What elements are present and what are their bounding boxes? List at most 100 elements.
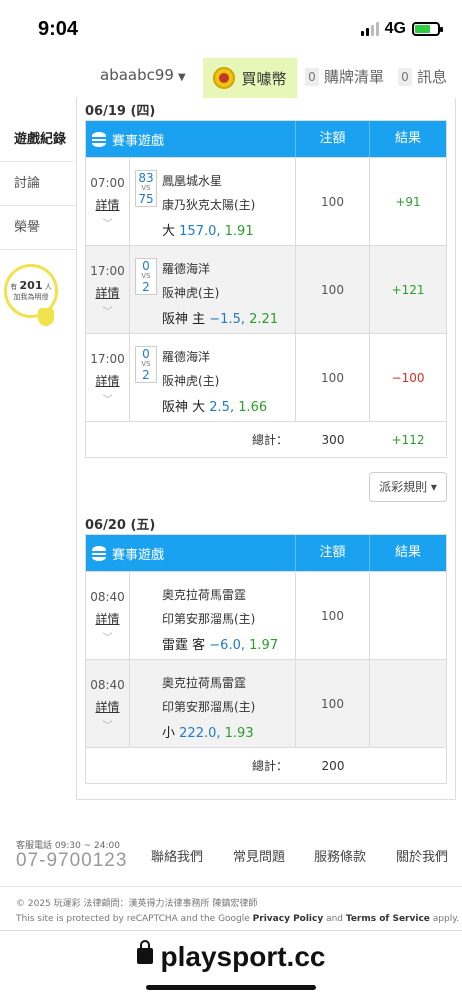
- total-label: 總計：: [251, 759, 288, 773]
- sidebar-item-honors[interactable]: 榮譽: [0, 206, 75, 250]
- recaptcha-and: and: [323, 914, 346, 924]
- battery-icon: [412, 22, 443, 36]
- browser-url-bar[interactable]: playsport.cc: [0, 930, 462, 1000]
- username: abaabc99: [100, 66, 174, 84]
- game-time: 17:00: [90, 264, 125, 278]
- home-team: 康乃狄克太陽(主): [162, 198, 256, 212]
- payout-rules-button[interactable]: 派彩規則 ▾: [369, 472, 447, 502]
- pick: 大 157.0, 1.91: [162, 220, 254, 239]
- pick-sep: ,: [240, 638, 245, 653]
- pick-sep: ,: [216, 224, 221, 239]
- detail-link[interactable]: 詳情: [86, 196, 129, 213]
- total-label: 總計：: [251, 433, 288, 447]
- pick-line: 2.5: [209, 400, 230, 415]
- game-time: 17:00: [90, 352, 125, 366]
- database-icon: [92, 545, 106, 561]
- away-team: 羅德海洋: [162, 350, 211, 364]
- games-table-day2: 賽事遊戲 注額 結果 08:40 詳情 ﹀ 奧克拉荷馬雷霆 印第安那溜馬(主) …: [85, 534, 447, 784]
- table-row: 17:00 詳情 ﹀ 0 VS 2 羅德海洋 阪神虎(主) 阪神 主 −1.5,…: [86, 245, 446, 333]
- footer-link-faq[interactable]: 常見問題: [233, 846, 285, 865]
- header-result: 結果: [394, 545, 421, 560]
- chevron-down-icon[interactable]: ﹀: [86, 303, 129, 318]
- footer-divider: [0, 886, 462, 887]
- chevron-down-icon[interactable]: ﹀: [86, 391, 129, 406]
- follow-caption: 加我為明燈: [13, 293, 49, 301]
- table-row: 07:00 詳情 ﹀ 83 VS 75 鳳凰城水星 康乃狄克太陽(主) 大 15…: [86, 157, 446, 245]
- follow-count: 201: [19, 279, 43, 292]
- home-indicator[interactable]: [146, 985, 316, 990]
- status-time: 9:04: [38, 18, 79, 40]
- footer-link-terms[interactable]: 服務條款: [314, 846, 366, 865]
- header-game: 賽事遊戲: [112, 133, 165, 149]
- home-team: 印第安那溜馬(主): [162, 700, 256, 714]
- result-value: [370, 660, 446, 747]
- bet-amount: 100: [296, 334, 370, 421]
- recaptcha-apply: apply.: [429, 914, 460, 924]
- cart-link[interactable]: 0 購牌清單: [305, 66, 384, 87]
- phone-number[interactable]: 07-9700123: [16, 850, 127, 872]
- privacy-policy-link[interactable]: Privacy Policy: [253, 914, 324, 924]
- url-text[interactable]: playsport.cc: [161, 941, 326, 972]
- messages-label: 訊息: [417, 68, 448, 86]
- detail-link[interactable]: 詳情: [86, 284, 129, 301]
- bet-amount: 100: [296, 660, 370, 747]
- pick-text: 雷霆 客: [162, 638, 206, 653]
- footer-link-contact[interactable]: 聯絡我們: [151, 846, 203, 865]
- pick-sep: ,: [216, 726, 221, 741]
- detail-link[interactable]: 詳情: [86, 698, 129, 715]
- bet-amount: 100: [296, 158, 370, 245]
- result-value: [370, 572, 446, 659]
- away-team: 奧克拉荷馬雷霆: [162, 588, 247, 602]
- score-box: 0 VS 2: [135, 346, 157, 383]
- bet-amount: 100: [296, 246, 370, 333]
- total-row: 總計： 200: [86, 747, 446, 783]
- table-row: 17:00 詳情 ﹀ 0 VS 2 羅德海洋 阪神虎(主) 阪神 大 2.5, …: [86, 333, 446, 421]
- hand-icon: [38, 308, 54, 326]
- header-result: 結果: [394, 131, 421, 146]
- sidebar-item-game-records[interactable]: 遊戲紀錄: [0, 118, 75, 162]
- result-value: +91: [395, 195, 421, 209]
- chevron-down-icon[interactable]: ﹀: [86, 215, 129, 230]
- game-time: 08:40: [90, 678, 125, 692]
- away-team: 鳳凰城水星: [162, 174, 223, 188]
- chevron-down-icon[interactable]: ﹀: [86, 717, 129, 732]
- chevron-down-icon[interactable]: ﹀: [86, 629, 129, 644]
- follow-suffix: 人: [44, 283, 52, 291]
- pick-text: 阪神 大: [162, 400, 206, 415]
- date-heading-day1: 06/19 (四): [85, 104, 156, 119]
- detail-link[interactable]: 詳情: [86, 372, 129, 389]
- recaptcha-notice: This site is protected by reCAPTCHA and …: [16, 914, 459, 924]
- database-icon: [92, 131, 106, 147]
- total-bet: 300: [321, 433, 345, 447]
- away-team: 羅德海洋: [162, 262, 211, 276]
- bet-amount: 100: [296, 572, 370, 659]
- sidebar: 遊戲紀錄 討論 榮譽 有 201 人 加我為明燈: [0, 118, 75, 326]
- buy-coin-button[interactable]: 買噱幣: [203, 58, 297, 98]
- sidebar-item-discussion[interactable]: 討論: [0, 162, 75, 206]
- pick-text: 阪神 主: [162, 312, 206, 327]
- home-team: 阪神虎(主): [162, 286, 220, 300]
- table-row: 08:40 詳情 ﹀ 奧克拉荷馬雷霆 印第安那溜馬(主) 雷霆 客 −6.0, …: [86, 571, 446, 659]
- pick-odds: 2.21: [249, 312, 279, 327]
- terms-of-service-link[interactable]: Terms of Service: [346, 914, 430, 924]
- header-bet: 注額: [296, 535, 370, 571]
- home-team: 印第安那溜馬(主): [162, 612, 256, 626]
- score-home: 2: [142, 280, 150, 294]
- detail-link[interactable]: 詳情: [86, 610, 129, 627]
- footer-link-about[interactable]: 關於我們: [396, 846, 448, 865]
- pick: 阪神 大 2.5, 1.66: [162, 396, 267, 415]
- table-row: 08:40 詳情 ﹀ 奧克拉荷馬雷霆 印第安那溜馬(主) 小 222.0, 1.…: [86, 659, 446, 747]
- score-away: 83: [138, 171, 154, 185]
- score-box: 83 VS 75: [135, 170, 157, 207]
- pick-text: 小: [162, 726, 176, 741]
- pick-odds: 1.97: [249, 638, 279, 653]
- header-bet: 注額: [296, 121, 370, 157]
- pick-text: 大: [162, 224, 176, 239]
- status-bar: 9:04 4G: [0, 0, 462, 58]
- follow-prefix: 有: [10, 283, 18, 291]
- user-dropdown[interactable]: abaabc99 ▼: [100, 66, 186, 84]
- cart-count: 0: [305, 67, 319, 86]
- pick-odds: 1.91: [224, 224, 254, 239]
- messages-link[interactable]: 0 訊息: [398, 66, 447, 87]
- game-time: 07:00: [90, 176, 125, 190]
